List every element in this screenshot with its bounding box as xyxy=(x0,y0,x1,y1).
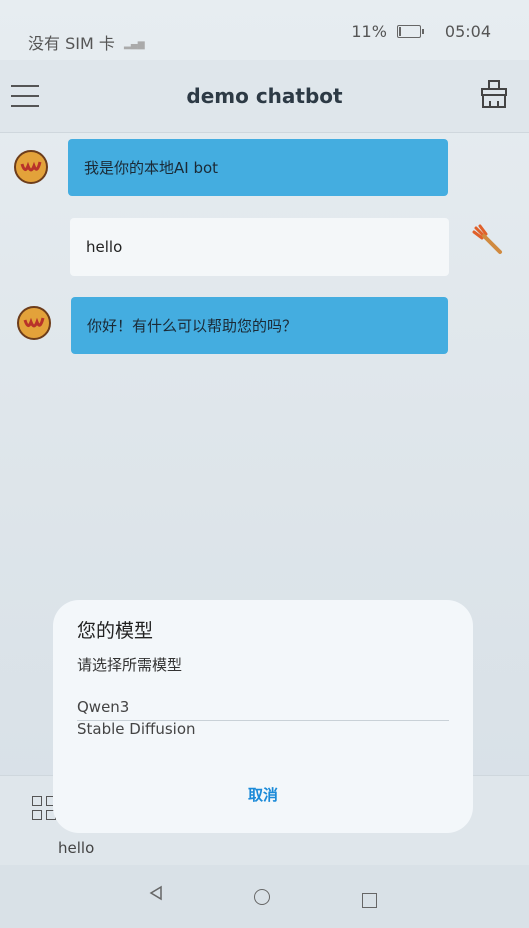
user-avatar-icon xyxy=(470,222,504,256)
bot-avatar xyxy=(14,150,48,184)
clock: 05:04 xyxy=(444,22,491,41)
model-dialog: 您的模型 请选择所需模型 Qwen3 Stable Diffusion 取消 xyxy=(53,600,473,833)
home-icon[interactable] xyxy=(254,889,270,905)
bot-avatar xyxy=(17,306,51,340)
message-text: 你好！有什么可以帮助您的吗？ xyxy=(87,317,298,335)
battery-percent: 11% xyxy=(351,22,387,41)
dialog-subtitle: 请选择所需模型 xyxy=(77,656,183,674)
user-message: hello xyxy=(70,218,449,276)
signal-icon: ▂▄▆ xyxy=(123,39,145,50)
battery-icon xyxy=(396,25,424,38)
clear-chat-icon[interactable] xyxy=(479,78,509,110)
message-input[interactable]: hello xyxy=(58,839,94,857)
bot-message: 你好！有什么可以帮助您的吗？ xyxy=(71,297,448,354)
model-option-qwen3[interactable]: Qwen3 xyxy=(77,698,129,716)
dialog-title: 您的模型 xyxy=(77,620,154,642)
page-title: demo chatbot xyxy=(186,84,343,108)
model-option-stable-diffusion[interactable]: Stable Diffusion xyxy=(77,720,196,738)
cancel-button[interactable]: 取消 xyxy=(53,784,473,805)
system-nav-bar xyxy=(0,865,529,928)
message-text: 我是你的本地AI bot xyxy=(84,159,219,177)
carrier-label: 没有 SIM 卡 xyxy=(28,34,115,53)
back-icon[interactable] xyxy=(148,885,164,905)
recent-apps-icon[interactable] xyxy=(362,893,377,908)
bot-message: 我是你的本地AI bot xyxy=(68,139,448,196)
message-text: hello xyxy=(86,238,123,256)
app-bar: demo chatbot xyxy=(0,60,529,133)
status-bar: 没有 SIM 卡 ▂▄▆ 11% 05:04 xyxy=(0,0,529,60)
